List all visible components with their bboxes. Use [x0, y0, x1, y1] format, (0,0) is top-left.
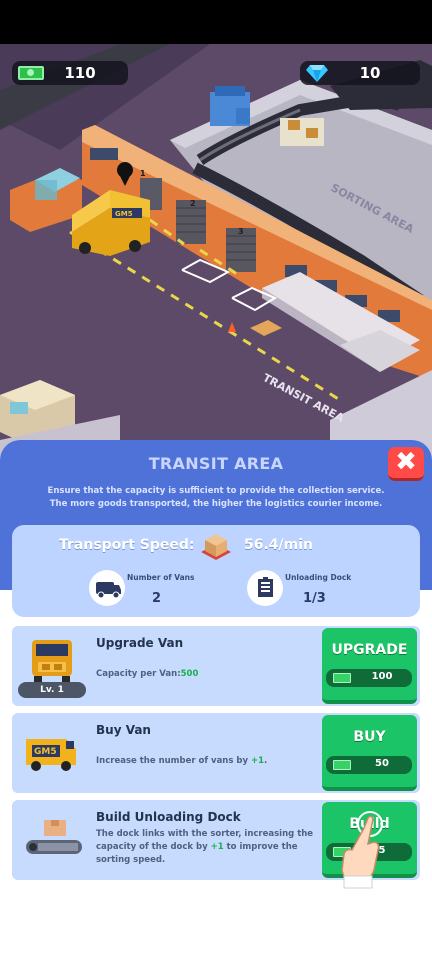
- dock-number-2: 2: [190, 199, 196, 208]
- upgrade-price-value: 100: [371, 671, 393, 682]
- build-dock-desc: The dock links with the sorter, increasi…: [96, 828, 316, 867]
- buy-van-desc-text: Increase the number of vans by: [96, 756, 251, 766]
- vans-value: 2: [152, 591, 162, 606]
- upgrade-van-title: Upgrade Van: [96, 636, 184, 650]
- vans-label: Number of Vans: [127, 573, 195, 582]
- buy-button[interactable]: BUY 50: [322, 715, 417, 791]
- van-icon: [96, 582, 121, 599]
- van-side-brand: GM5: [34, 747, 57, 757]
- dock-icon: [258, 577, 273, 597]
- build-dock-increment: +1: [210, 842, 224, 852]
- package-icon: [201, 534, 231, 560]
- capacity-label: Capacity per Van:: [96, 669, 181, 679]
- cash-value: 110: [64, 64, 96, 82]
- game-scene[interactable]: 1 2 3 GM5 SORTING AREA TRANSIT AREA: [0, 44, 432, 464]
- upgrade-button[interactable]: UPGRADE 100: [322, 628, 417, 704]
- buy-van-row: GM5 Buy Van Increase the number of vans …: [12, 713, 420, 793]
- status-bar: [0, 0, 432, 44]
- dock-number-1: 1: [140, 169, 146, 178]
- upgrade-van-desc: Capacity per Van:500: [96, 668, 198, 681]
- upgrade-van-row: Lv. 1 Upgrade Van Capacity per Van:500 U…: [12, 626, 420, 706]
- tutorial-hand-icon: [341, 811, 383, 889]
- dock-conveyor-icon: [26, 820, 82, 854]
- dock-number-3: 3: [238, 227, 244, 236]
- transport-speed-label: Transport Speed:: [59, 537, 195, 553]
- buy-van-title: Buy Van: [96, 723, 151, 737]
- build-dock-title: Build Unloading Dock: [96, 810, 241, 824]
- van-brand-label: GM5: [115, 210, 133, 218]
- panel-title: TRANSIT AREA: [148, 454, 284, 473]
- upgrade-button-label: UPGRADE: [331, 642, 408, 658]
- level-badge: Lv. 1: [18, 682, 86, 698]
- van-side-icon: GM5: [26, 739, 76, 771]
- panel-description: Ensure that the capacity is sufficient t…: [47, 486, 385, 509]
- gem-value: 10: [359, 64, 381, 82]
- dock-value: 1/3: [303, 591, 326, 606]
- upgrade-price: 100: [326, 669, 412, 687]
- cash-icon: [333, 760, 351, 770]
- buy-price: 50: [326, 756, 412, 774]
- close-button[interactable]: ✖: [388, 447, 424, 481]
- buy-button-label: BUY: [353, 729, 386, 745]
- buy-van-increment: +1: [250, 756, 265, 766]
- cash-icon: [333, 673, 351, 683]
- stats-card: Transport Speed: 56.4/min Number of Vans…: [12, 525, 420, 617]
- capacity-value: 500: [180, 669, 199, 679]
- cash-counter: 110: [12, 61, 128, 85]
- buy-van-desc-end: .: [264, 756, 268, 766]
- dock-label: Unloading Dock: [285, 573, 352, 582]
- buy-price-value: 50: [375, 758, 389, 769]
- dock-count-badge: [247, 570, 283, 606]
- transport-speed-value: 56.4/min: [244, 537, 314, 553]
- van-count-badge: [89, 570, 125, 606]
- gem-counter: 10: [300, 61, 420, 85]
- close-icon: ✖: [395, 447, 417, 477]
- warehouse-scene: 1 2 3 GM5 SORTING AREA TRANSIT AREA: [0, 44, 432, 464]
- buy-van-desc: Increase the number of vans by +1.: [96, 755, 267, 768]
